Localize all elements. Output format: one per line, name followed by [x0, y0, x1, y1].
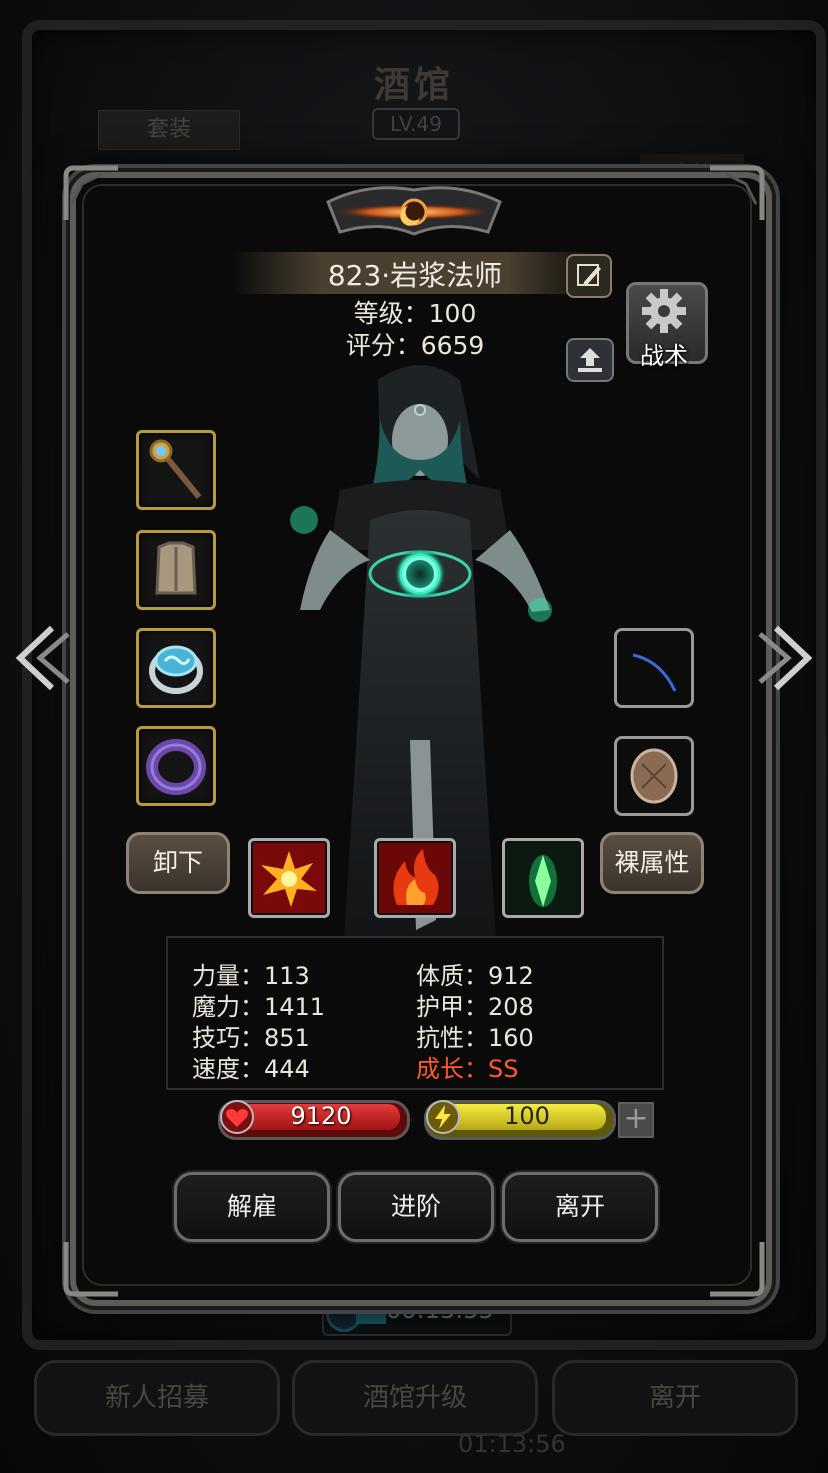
hp-value: 9120: [290, 1102, 352, 1130]
skill-slot[interactable]: [248, 838, 330, 918]
add-energy-button[interactable]: +: [618, 1102, 654, 1138]
weapon-slot[interactable]: [136, 430, 216, 510]
moon-ornament-icon: [326, 186, 502, 236]
set-button[interactable]: 套装: [98, 110, 240, 150]
stone-shield-icon: [630, 748, 678, 804]
unequip-button[interactable]: 卸下: [126, 832, 230, 894]
corner-ornament-icon: [63, 165, 118, 220]
pencil-icon: [577, 264, 601, 286]
background-timer2: 01:13:56: [458, 1430, 566, 1458]
hero-name: 823·岩浆法师: [327, 259, 503, 292]
energy-value: 100: [504, 1102, 550, 1130]
staff-icon: [149, 439, 202, 499]
armor-slot[interactable]: [136, 530, 216, 610]
chest-armor-icon: [155, 541, 197, 595]
gear-icon: [642, 289, 686, 333]
corner-ornament-icon: [63, 1242, 118, 1297]
stat-resistance: 抗性：160: [416, 1024, 534, 1052]
tavern-upgrade-button[interactable]: 酒馆升级: [292, 1360, 538, 1436]
bracelet-slot[interactable]: [136, 726, 216, 806]
shield-slot[interactable]: [614, 736, 694, 816]
stat-growth: 成长：SS: [416, 1055, 519, 1083]
background-leave-button[interactable]: 离开: [552, 1360, 798, 1436]
tactic-label: 战术: [640, 342, 688, 370]
stat-armor: 护甲：208: [416, 993, 534, 1021]
purple-bracelet-icon: [146, 739, 206, 795]
flame-icon: [379, 843, 451, 913]
skill-slot[interactable]: [502, 838, 584, 918]
corner-ornament-icon: [710, 165, 765, 220]
previous-hero-arrow-icon[interactable]: [12, 622, 72, 694]
stat-strength: 力量：113: [192, 962, 310, 990]
hero-level: 等级：100: [353, 299, 477, 328]
stat-speed: 速度：444: [192, 1055, 310, 1083]
stat-skill: 技巧：851: [192, 1024, 310, 1052]
stat-constitution: 体质：912: [416, 962, 534, 990]
background-level: LV.49: [372, 108, 460, 140]
ring-slot[interactable]: [136, 628, 216, 708]
skill-slot[interactable]: [374, 838, 456, 918]
stat-magic: 魔力：1411: [192, 993, 326, 1021]
leave-button[interactable]: 离开: [502, 1172, 658, 1242]
naked-attribute-button[interactable]: 裸属性: [600, 832, 704, 894]
fire-burst-icon: [253, 843, 325, 913]
accessory-slot[interactable]: [614, 628, 694, 708]
swirl-ring-icon: [149, 645, 203, 694]
hero-score: 评分：6659: [345, 331, 485, 360]
next-hero-arrow-icon[interactable]: [756, 622, 816, 694]
corner-ornament-icon: [710, 1242, 765, 1297]
background-title: 酒馆: [373, 65, 454, 106]
dismiss-button[interactable]: 解雇: [174, 1172, 330, 1242]
rename-button[interactable]: [566, 254, 612, 298]
green-crystal-icon: [507, 843, 579, 913]
blue-arc-icon: [632, 653, 677, 692]
recruit-button[interactable]: 新人招募: [34, 1360, 280, 1436]
advance-button[interactable]: 进阶: [338, 1172, 494, 1242]
